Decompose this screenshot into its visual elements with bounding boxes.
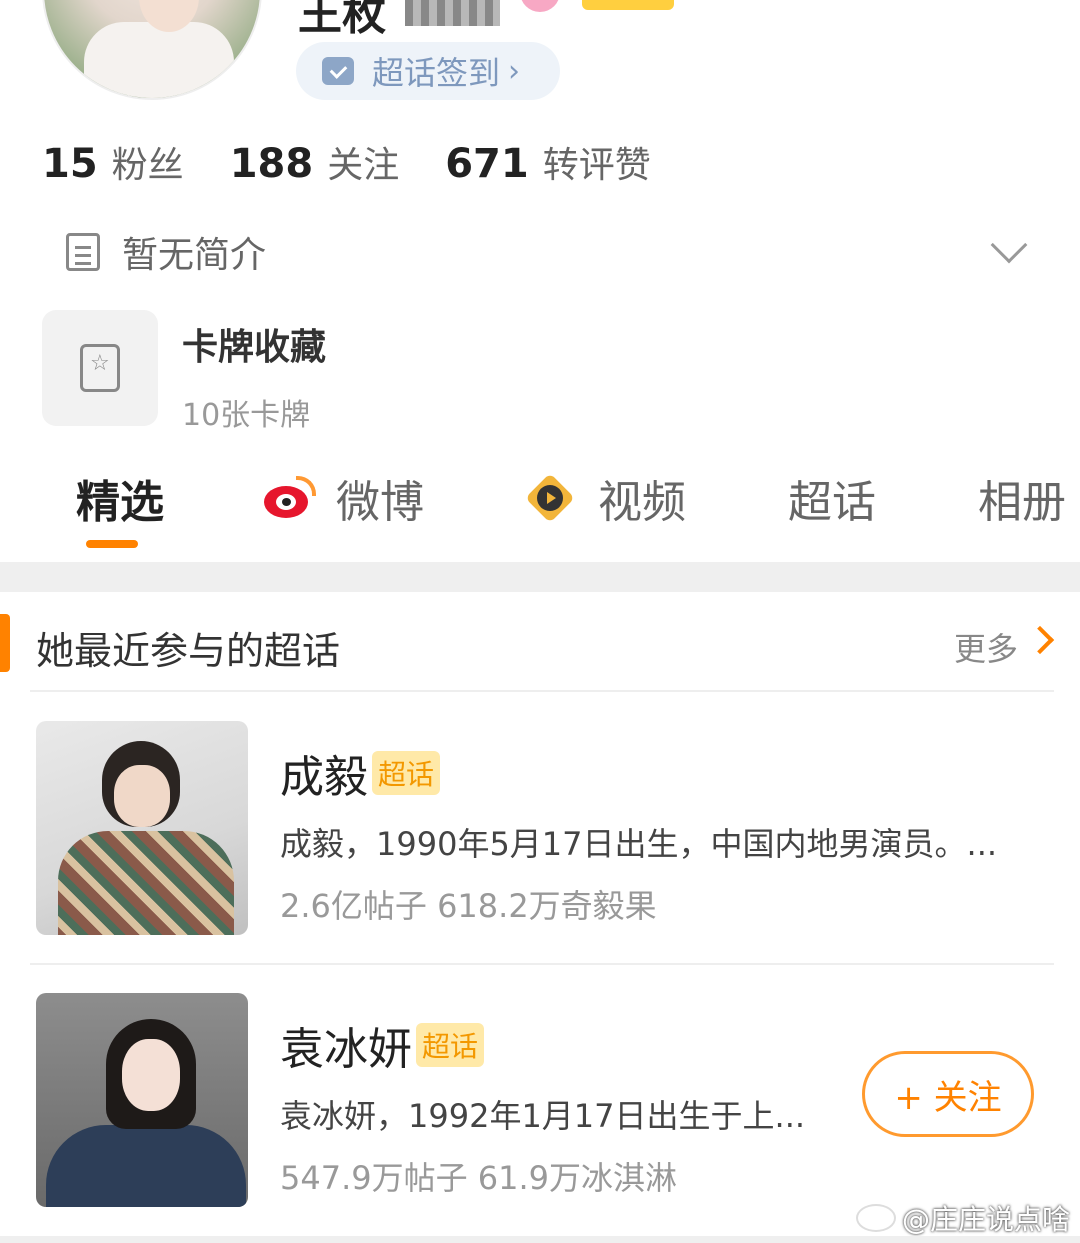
recent-supertopics-header: 她最近参与的超话 更多: [0, 600, 1080, 690]
divider: [30, 690, 1054, 692]
tab-label: 精选: [76, 477, 164, 528]
weibo-icon: [262, 476, 316, 520]
bottom-band: [0, 1236, 1080, 1243]
stat-following[interactable]: 188 关注: [230, 136, 400, 188]
stat-interactions[interactable]: 671 转评赞: [445, 136, 651, 188]
stat-label: 粉丝: [111, 145, 184, 186]
list-item[interactable]: 袁冰妍 超话 袁冰妍，1992年1月17日出生于上... 547.9万帖子 61…: [36, 993, 1056, 1207]
weibo-watermark-icon: [855, 1204, 896, 1232]
topic-name: 成毅: [280, 752, 368, 803]
divider: [30, 963, 1054, 965]
topic-title-row: 成毅 超话: [280, 741, 441, 805]
tab-label: 相册: [978, 477, 1066, 528]
chevron-right-icon[interactable]: [1025, 625, 1055, 655]
calendar-check-icon: [322, 57, 354, 85]
stat-followers[interactable]: 15 粉丝: [42, 136, 184, 188]
member-badge-icon[interactable]: [520, 0, 560, 12]
profile-tabs: 精选 微博 视频 超话 相册: [0, 466, 1080, 562]
supertopic-badge: 超话: [416, 1023, 485, 1067]
profile-header: 王枚 超话签到 ›: [0, 0, 1080, 110]
section-divider: [0, 562, 1080, 592]
topic-stats: 2.6亿帖子 618.2万奇毅果: [280, 887, 657, 925]
stat-number: 671: [445, 141, 529, 187]
avatar-robe: [84, 22, 234, 98]
card-collection-text: 卡牌收藏 10张卡牌: [182, 310, 327, 433]
card-collection-count: 10张卡牌: [182, 398, 311, 433]
more-link[interactable]: 更多: [954, 624, 1018, 670]
stat-number: 15: [42, 141, 98, 187]
stat-label: 关注: [327, 145, 400, 186]
name-redaction: [405, 0, 500, 26]
card-collection-title: 卡牌收藏: [182, 327, 327, 368]
supertopic-checkin-button[interactable]: 超话签到 ›: [296, 42, 560, 100]
profile-name: 王枚: [298, 0, 386, 40]
topic-stats: 547.9万帖子 61.9万冰淇淋: [280, 1159, 678, 1197]
topic-name: 袁冰妍: [280, 1024, 412, 1075]
card-box: [42, 310, 158, 426]
tab-label: 视频: [598, 477, 686, 528]
bio-row[interactable]: 暂无简介: [66, 226, 1046, 278]
stat-label: 转评赞: [542, 145, 651, 186]
vip-badge-icon[interactable]: [582, 0, 674, 10]
topic-thumbnail[interactable]: [36, 993, 248, 1207]
tab-label: 微博: [336, 477, 424, 528]
card-collection[interactable]: 卡牌收藏 10张卡牌: [42, 310, 327, 433]
topic-title-row: 袁冰妍 超话: [280, 1013, 485, 1077]
section-accent-bar: [0, 614, 10, 672]
tab-label: 超话: [788, 477, 876, 528]
bio-text: 暂无简介: [122, 235, 267, 276]
tab-featured[interactable]: 精选: [76, 466, 164, 530]
active-tab-indicator: [86, 540, 138, 548]
tab-weibo[interactable]: 微博: [262, 466, 424, 530]
card-star-icon: [80, 344, 120, 392]
chevron-down-icon[interactable]: [990, 226, 1028, 264]
list-item[interactable]: 成毅 超话 成毅，1990年5月17日出生，中国内地男演员。... 2.6亿帖子…: [36, 721, 1056, 935]
video-icon: [520, 473, 580, 523]
document-icon: [66, 233, 100, 271]
chevron-right-icon: ›: [508, 53, 521, 89]
stat-number: 188: [229, 141, 314, 187]
topic-description: 袁冰妍，1992年1月17日出生于上...: [280, 1097, 806, 1135]
tab-album[interactable]: 相册: [978, 466, 1066, 530]
checkin-label: 超话签到: [372, 54, 501, 92]
watermark: @庄庄说点啥: [855, 1198, 1070, 1238]
section-title: 她最近参与的超话: [36, 629, 341, 673]
watermark-text: @庄庄说点啥: [901, 1203, 1070, 1236]
supertopic-badge: 超话: [372, 751, 441, 795]
tab-supertopic[interactable]: 超话: [788, 466, 876, 530]
follow-button[interactable]: + 关注: [862, 1051, 1034, 1137]
tab-video[interactable]: 视频: [520, 466, 686, 530]
topic-description: 成毅，1990年5月17日出生，中国内地男演员。...: [280, 825, 998, 863]
topic-thumbnail[interactable]: [36, 721, 248, 935]
profile-stats: 15 粉丝 188 关注 671 转评赞: [42, 136, 697, 188]
avatar[interactable]: [42, 0, 262, 100]
